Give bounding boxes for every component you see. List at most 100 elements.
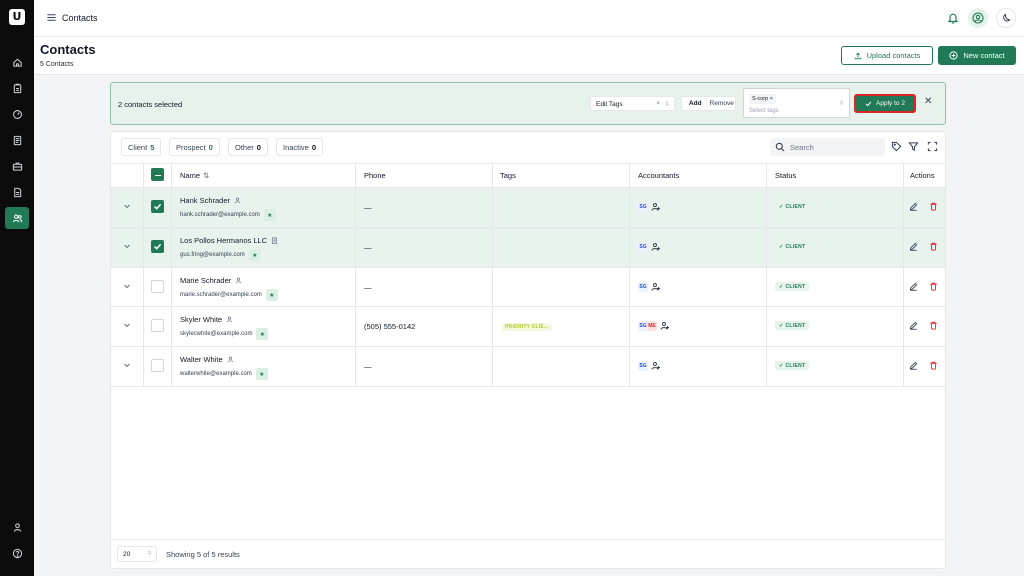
remove-option[interactable]: Remove xyxy=(709,100,736,107)
apply-button[interactable]: Apply to 2 xyxy=(854,94,916,113)
tag-icon[interactable] xyxy=(891,141,902,152)
filter-tab-client[interactable]: Client 5 xyxy=(121,138,162,156)
sidebar: U xyxy=(0,0,34,576)
page-header: Contacts 5 Contacts Upload contacts New … xyxy=(34,37,1024,75)
contact-email: skylecwhite@example.com ★ xyxy=(180,328,269,340)
divider xyxy=(111,163,945,164)
chevron-down-icon[interactable] xyxy=(123,242,131,250)
upload-contacts-button[interactable]: Upload contacts xyxy=(841,46,933,65)
contact-name[interactable]: Walter White xyxy=(180,355,234,364)
column-header-accountants: Accountants xyxy=(638,170,680,180)
new-contact-label: New contact xyxy=(963,51,1005,60)
row-checkbox[interactable] xyxy=(151,319,164,332)
contact-name[interactable]: Los Pollos Hermanos LLC xyxy=(180,236,278,245)
search-placeholder: Search xyxy=(790,142,814,152)
accountants-cell: SG xyxy=(638,202,661,212)
add-user-icon[interactable] xyxy=(651,361,661,371)
filter-icon[interactable] xyxy=(908,141,919,152)
chevron-down-icon[interactable] xyxy=(123,282,131,290)
tag-select-placeholder: Select tags xyxy=(749,108,779,114)
sidebar-item-profile[interactable] xyxy=(5,516,29,538)
column-header-name[interactable]: Name ⇅ xyxy=(180,163,209,187)
contact-name-text: Marie Schrader xyxy=(180,276,232,285)
add-user-icon[interactable] xyxy=(651,282,661,292)
row-checkbox[interactable] xyxy=(151,280,164,293)
sidebar-item-contacts[interactable] xyxy=(5,207,29,229)
tag-select[interactable]: S-corp × Select tags ⇳ xyxy=(743,88,850,118)
trash-icon[interactable] xyxy=(929,242,938,251)
apply-label: Apply to 2 xyxy=(876,100,905,107)
search-input[interactable]: Search xyxy=(770,138,885,156)
expand-icon[interactable] xyxy=(927,141,938,152)
trash-icon[interactable] xyxy=(929,282,938,291)
user-avatar-button[interactable] xyxy=(968,8,988,28)
theme-toggle-button[interactable] xyxy=(996,8,1016,28)
contact-email-text: gus.fring@example.com xyxy=(180,252,245,258)
star-icon[interactable]: ★ xyxy=(256,328,269,340)
bell-icon[interactable] xyxy=(946,11,960,25)
clear-icon[interactable]: × xyxy=(656,100,660,107)
sidebar-item-home[interactable] xyxy=(5,51,29,73)
new-contact-button[interactable]: New contact xyxy=(938,46,1016,65)
contact-count: 5 Contacts xyxy=(40,61,74,68)
results-summary: Showing 5 of 5 results xyxy=(166,550,240,559)
star-icon[interactable]: ★ xyxy=(255,368,268,380)
filter-tab-inactive[interactable]: Inactive 0 xyxy=(276,138,324,156)
filter-tab-other[interactable]: Other 0 xyxy=(228,138,268,156)
star-icon[interactable]: ★ xyxy=(265,289,278,301)
search-icon xyxy=(775,142,785,152)
star-icon[interactable]: ★ xyxy=(263,209,276,221)
sidebar-item-documents[interactable] xyxy=(5,129,29,151)
sidebar-item-help[interactable] xyxy=(5,542,29,564)
chip-remove-icon[interactable]: × xyxy=(770,96,773,102)
person-icon xyxy=(234,197,241,204)
add-user-icon[interactable] xyxy=(651,242,661,252)
edit-icon[interactable] xyxy=(909,361,918,370)
page-size-select[interactable]: 20 ⇳ xyxy=(117,546,157,562)
edit-icon[interactable] xyxy=(909,321,918,330)
row-checkbox[interactable] xyxy=(151,200,164,213)
close-icon[interactable]: ✕ xyxy=(924,96,932,107)
select-all-checkbox[interactable] xyxy=(151,168,164,181)
add-user-icon[interactable] xyxy=(651,202,661,212)
chevron-down-icon[interactable] xyxy=(123,361,131,369)
check-icon: ✓ xyxy=(779,203,784,210)
chevron-down-icon[interactable] xyxy=(123,321,131,329)
contact-name[interactable]: Hank Schrader xyxy=(180,196,241,205)
contact-name[interactable]: Skyler White xyxy=(180,315,233,324)
sidebar-item-reports[interactable] xyxy=(5,181,29,203)
trash-icon[interactable] xyxy=(929,321,938,330)
filter-tab-prospect[interactable]: Prospect 0 xyxy=(169,138,220,156)
contact-phone: (505) 555-0142 xyxy=(364,322,416,331)
check-icon: ✓ xyxy=(779,243,784,250)
edit-icon[interactable] xyxy=(909,282,918,291)
building-icon xyxy=(272,237,278,244)
star-icon[interactable]: ★ xyxy=(248,249,261,261)
trash-icon[interactable] xyxy=(929,361,938,370)
sidebar-item-clipboard[interactable] xyxy=(5,77,29,99)
bulk-action-select[interactable]: Edit Tags × ⇳ xyxy=(590,96,675,111)
filter-count: 0 xyxy=(311,142,317,152)
gauge-icon xyxy=(12,109,22,119)
menu-icon[interactable] xyxy=(46,12,57,23)
document-icon xyxy=(13,135,21,145)
contact-name[interactable]: Marie Schrader xyxy=(180,276,242,285)
add-option[interactable]: Add xyxy=(682,100,709,107)
sidebar-item-briefcase[interactable] xyxy=(5,155,29,177)
sidebar-item-dashboard[interactable] xyxy=(5,103,29,125)
row-checkbox[interactable] xyxy=(151,359,164,372)
status-label: CLIENT xyxy=(785,362,806,369)
column-divider xyxy=(492,163,493,386)
table-row: Hank Schrader hank.schrader@example.com … xyxy=(111,188,945,227)
edit-icon[interactable] xyxy=(909,242,918,251)
users-icon xyxy=(12,214,22,222)
column-divider xyxy=(143,163,144,386)
status-badge: ✓ CLIENT xyxy=(775,202,810,211)
add-user-icon[interactable] xyxy=(660,321,670,331)
row-checkbox[interactable] xyxy=(151,240,164,253)
trash-icon[interactable] xyxy=(929,202,938,211)
divider xyxy=(111,386,945,387)
user-icon xyxy=(13,522,21,532)
edit-icon[interactable] xyxy=(909,202,918,211)
chevron-down-icon[interactable] xyxy=(123,202,131,210)
